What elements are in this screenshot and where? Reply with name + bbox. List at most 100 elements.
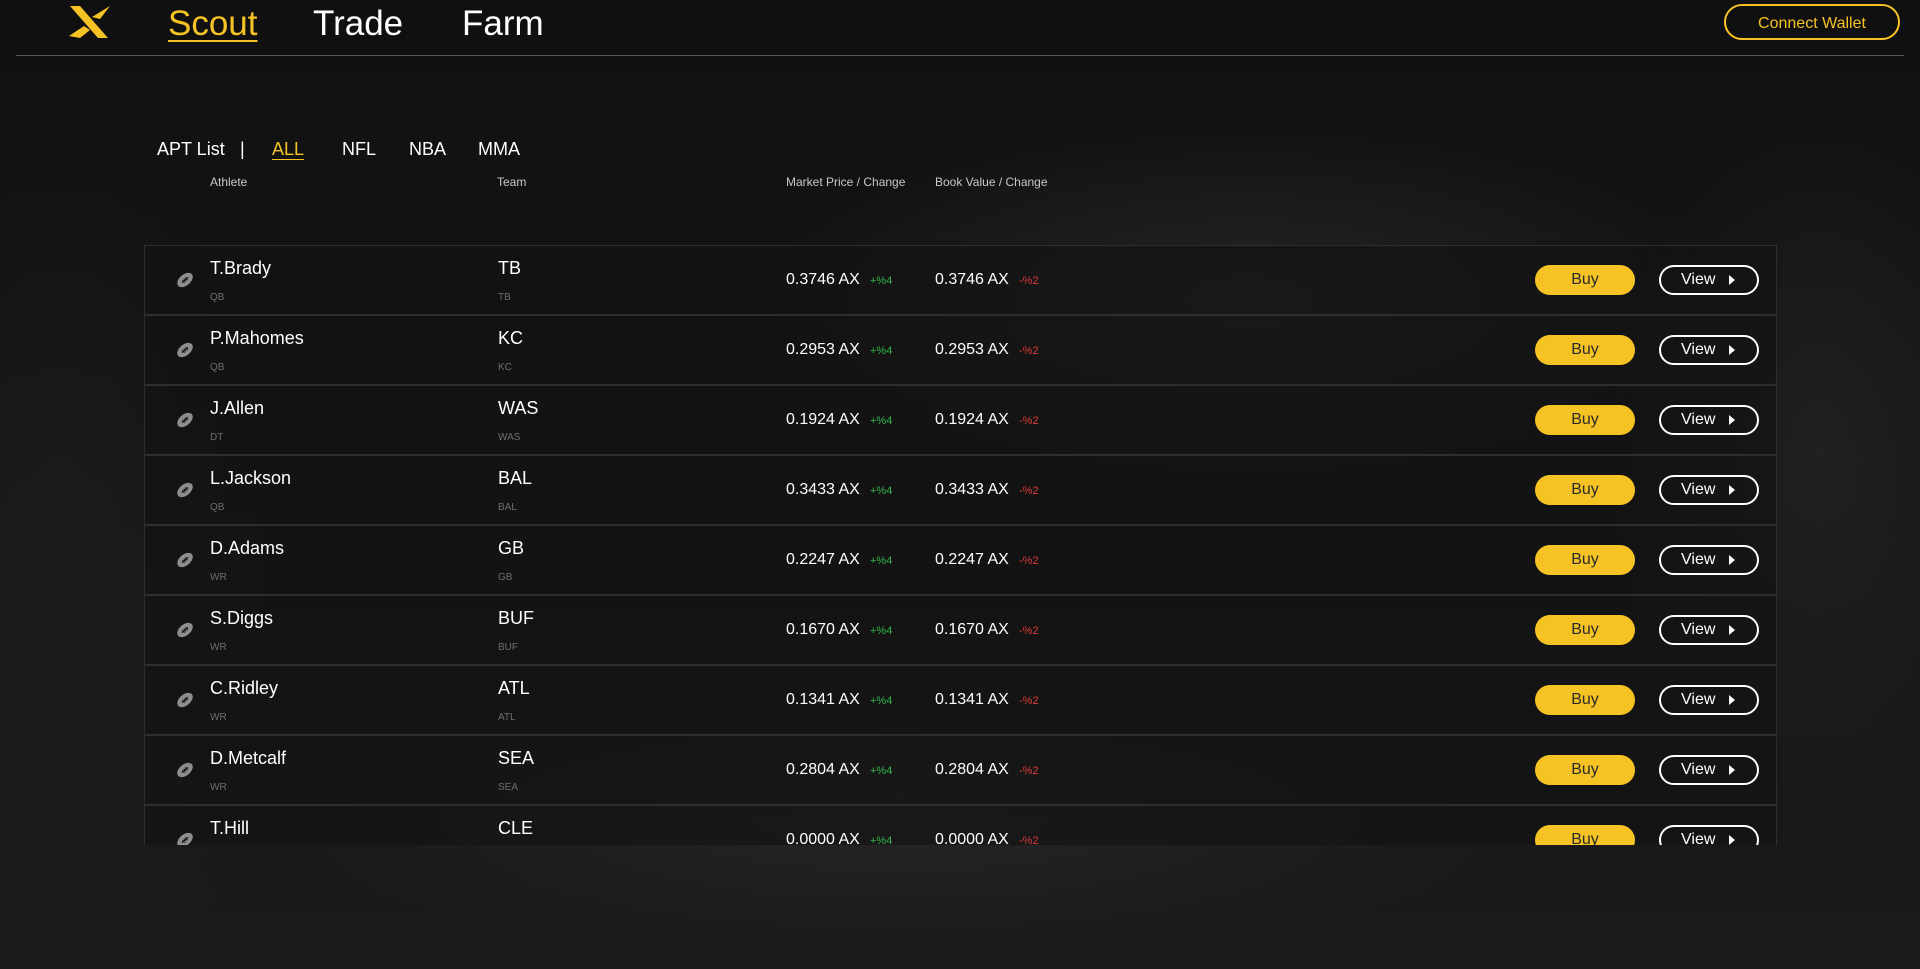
football-icon xyxy=(177,552,193,568)
market-price-change: +%4 xyxy=(870,345,893,357)
athlete-position: WR xyxy=(210,642,227,653)
table-row[interactable]: S.Diggs WR BUF BUF 0.1670 AX +%4 0.1670 AX -%2 B… xyxy=(144,595,1777,665)
book-value-change: -%2 xyxy=(1019,275,1039,287)
table-row[interactable]: T.Brady QB TB TB 0.3746 AX +%4 0.3746 AX -%2 Buy… xyxy=(144,245,1777,315)
team-code: SEA xyxy=(498,748,535,768)
book-value-change: -%2 xyxy=(1019,415,1039,427)
market-price-change: +%4 xyxy=(870,695,893,707)
filter-tab-nba[interactable]: NBA xyxy=(409,136,446,162)
x-logo-icon[interactable] xyxy=(66,4,112,40)
athlete-name[interactable]: C.Ridley xyxy=(210,677,278,699)
football-icon xyxy=(177,342,193,358)
view-button[interactable]: View xyxy=(1659,545,1759,575)
book-value-change: -%2 xyxy=(1019,835,1039,845)
view-button[interactable]: View xyxy=(1659,475,1759,505)
athlete-name[interactable]: T.Hill xyxy=(210,817,249,839)
buy-button[interactable]: Buy xyxy=(1535,615,1635,645)
view-button[interactable]: View xyxy=(1659,405,1759,435)
table-row[interactable]: J.Allen DT WAS WAS 0.1924 AX +%4 0.1924 AX -%2 B… xyxy=(144,385,1777,455)
athlete-name[interactable]: T.Brady xyxy=(210,257,271,279)
book-value-change: -%2 xyxy=(1019,695,1039,707)
view-button[interactable]: View xyxy=(1659,755,1759,785)
market-price: 0.2247 AX xyxy=(786,551,860,568)
team-subtext: KC xyxy=(498,362,512,373)
market-price: 0.2953 AX xyxy=(786,341,860,358)
athlete-name[interactable]: D.Adams xyxy=(210,537,284,559)
buy-button[interactable]: Buy xyxy=(1535,685,1635,715)
market-price: 0.1341 AX xyxy=(786,691,860,708)
nav-farm[interactable]: Farm xyxy=(462,4,544,44)
view-button-label: View xyxy=(1681,761,1716,778)
column-header-book-value[interactable]: Book Value / Change xyxy=(935,175,1048,189)
view-button[interactable]: View xyxy=(1659,615,1759,645)
market-price-change: +%4 xyxy=(870,765,893,777)
connect-wallet-button[interactable]: Connect Wallet xyxy=(1724,4,1900,40)
athlete-position: QB xyxy=(210,502,225,513)
column-header-athlete[interactable]: Athlete xyxy=(210,175,247,189)
filter-tab-all[interactable]: ALL xyxy=(272,136,304,162)
book-value-change: -%2 xyxy=(1019,555,1039,567)
filter-tab-mma[interactable]: MMA xyxy=(478,136,520,162)
book-value-change: -%2 xyxy=(1019,625,1039,637)
market-price: 0.1924 AX xyxy=(786,411,860,428)
buy-button[interactable]: Buy xyxy=(1535,755,1635,785)
market-price: 0.2804 AX xyxy=(786,761,860,778)
athlete-name[interactable]: D.Metcalf xyxy=(210,747,286,769)
athlete-name[interactable]: J.Allen xyxy=(210,397,264,419)
team-code: GB xyxy=(498,538,525,558)
market-price-change: +%4 xyxy=(870,275,893,287)
football-icon xyxy=(177,832,193,845)
top-nav-bar: Scout Trade Farm Connect Wallet xyxy=(16,0,1904,56)
table-row[interactable]: T.Hill CLE 0.0000 AX +%4 0.0000 AX -%2 Buy View xyxy=(144,805,1777,845)
table-row[interactable]: C.Ridley WR ATL ATL 0.1341 AX +%4 0.1341 AX -%2… xyxy=(144,665,1777,735)
caret-right-icon xyxy=(1729,415,1735,425)
athlete-name[interactable]: L.Jackson xyxy=(210,467,291,489)
table-row[interactable]: D.Metcalf WR SEA SEA 0.2804 AX +%4 0.2804 AX -%… xyxy=(144,735,1777,805)
team-code: TB xyxy=(498,258,522,278)
football-icon xyxy=(177,692,193,708)
column-header-market-price[interactable]: Market Price / Change xyxy=(786,175,905,189)
filter-tab-nfl[interactable]: NFL xyxy=(342,136,376,162)
table-row[interactable]: P.Mahomes QB KC KC 0.2953 AX +%4 0.2953 AX -%2 B… xyxy=(144,315,1777,385)
buy-button[interactable]: Buy xyxy=(1535,405,1635,435)
view-button-label: View xyxy=(1681,341,1716,358)
athlete-position: WR xyxy=(210,572,227,583)
athlete-table[interactable]: T.Brady QB TB TB 0.3746 AX +%4 0.3746 AX -%2 Buy… xyxy=(144,245,1777,845)
market-price-change: +%4 xyxy=(870,555,893,567)
buy-button[interactable]: Buy xyxy=(1535,545,1635,575)
buy-button[interactable]: Buy xyxy=(1535,265,1635,295)
nav-trade[interactable]: Trade xyxy=(313,4,403,44)
view-button[interactable]: View xyxy=(1659,825,1759,845)
book-value-change: -%2 xyxy=(1019,345,1039,357)
football-icon xyxy=(177,482,193,498)
team-code: CLE xyxy=(498,818,534,838)
book-value-change: -%2 xyxy=(1019,485,1039,497)
athlete-position: WR xyxy=(210,712,227,723)
athlete-position: WR xyxy=(210,782,227,793)
view-button[interactable]: View xyxy=(1659,685,1759,715)
caret-right-icon xyxy=(1729,835,1735,845)
athlete-name[interactable]: P.Mahomes xyxy=(210,327,304,349)
market-price-change: +%4 xyxy=(870,625,893,637)
nav-scout[interactable]: Scout xyxy=(168,4,258,44)
athlete-name[interactable]: S.Diggs xyxy=(210,607,273,629)
market-price-change: +%4 xyxy=(870,485,893,497)
team-subtext: ATL xyxy=(498,712,516,723)
column-header-team[interactable]: Team xyxy=(497,175,526,189)
page: Scout Trade Farm Connect Wallet APT List… xyxy=(0,0,1920,969)
market-price: 0.3433 AX xyxy=(786,481,860,498)
book-value-change: -%2 xyxy=(1019,765,1039,777)
team-subtext: SEA xyxy=(498,782,519,793)
caret-right-icon xyxy=(1729,695,1735,705)
buy-button[interactable]: Buy xyxy=(1535,825,1635,845)
view-button-label: View xyxy=(1681,831,1716,845)
view-button[interactable]: View xyxy=(1659,265,1759,295)
view-button[interactable]: View xyxy=(1659,335,1759,365)
team-subtext: BUF xyxy=(498,642,518,653)
buy-button[interactable]: Buy xyxy=(1535,475,1635,505)
table-row[interactable]: L.Jackson QB BAL BAL 0.3433 AX +%4 0.3433 AX -%… xyxy=(144,455,1777,525)
buy-button[interactable]: Buy xyxy=(1535,335,1635,365)
caret-right-icon xyxy=(1729,555,1735,565)
view-button-label: View xyxy=(1681,551,1716,568)
table-row[interactable]: D.Adams WR GB GB 0.2247 AX +%4 0.2247 AX -%2 Buy… xyxy=(144,525,1777,595)
